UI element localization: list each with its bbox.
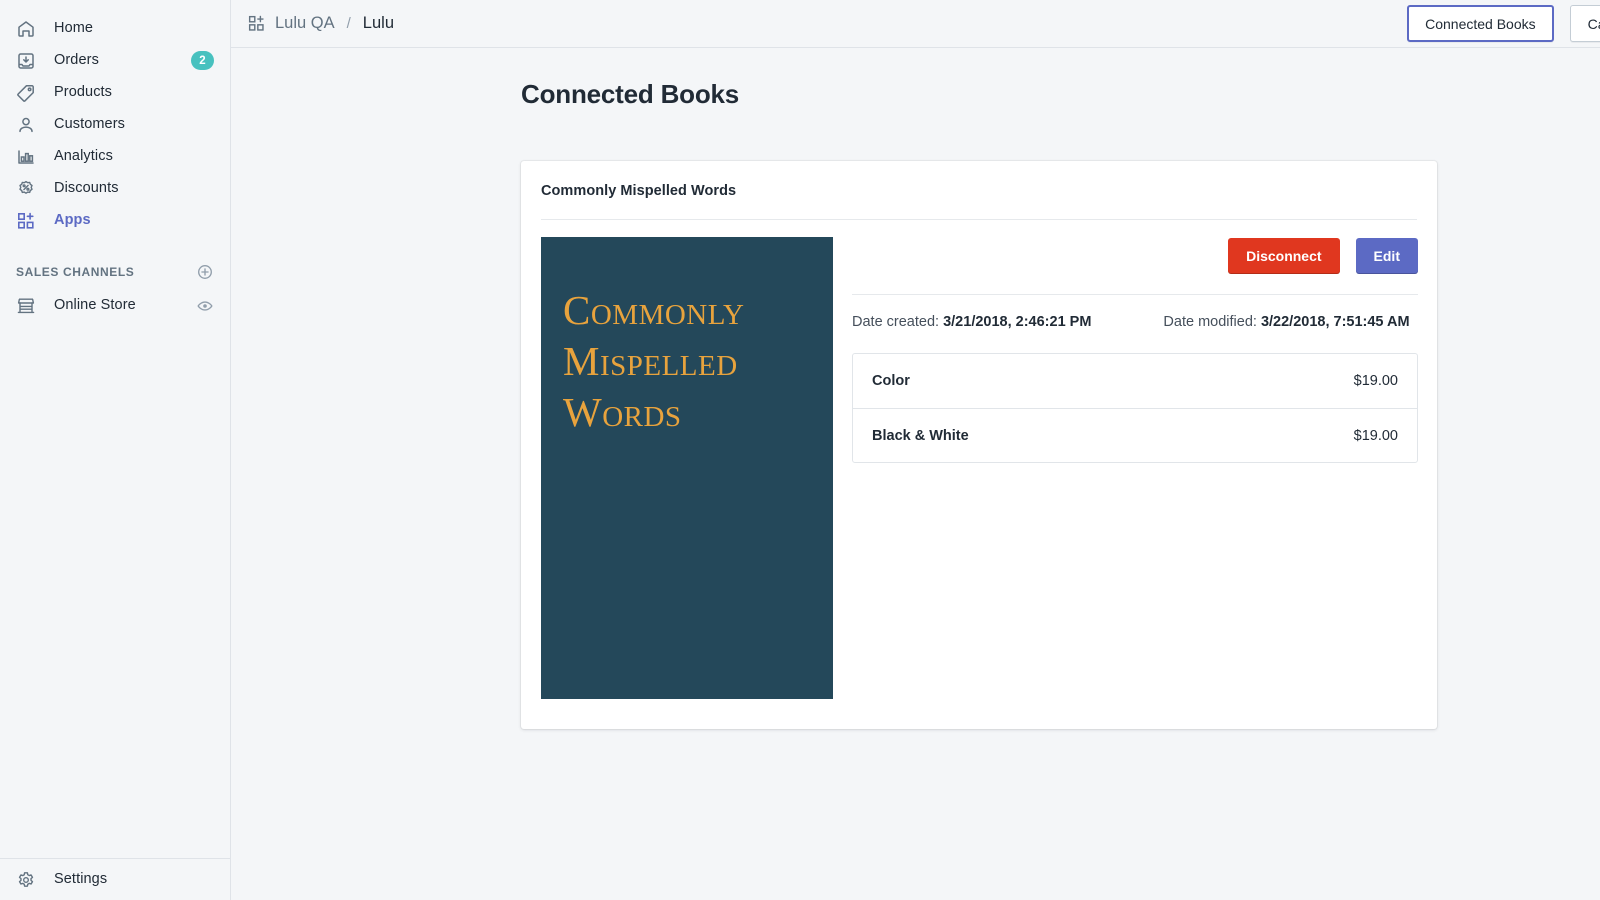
sidebar-nav-list: Home Orders 2: [0, 0, 230, 321]
sidebar-item-online-store[interactable]: Online Store: [8, 290, 222, 321]
eye-icon[interactable]: [196, 297, 214, 315]
date-created-value: 3/21/2018, 2:46:21 PM: [943, 314, 1091, 330]
connected-book-card: Commonly Mispelled Words Commonly Mispel…: [521, 161, 1437, 729]
sidebar-item-home[interactable]: Home: [8, 13, 222, 44]
sidebar-item-label: Discounts: [54, 181, 119, 196]
date-modified: Date modified: 3/22/2018, 7:51:45 AM: [1163, 314, 1409, 330]
breadcrumb: Lulu QA / Lulu: [247, 14, 394, 33]
card-body: Commonly Mispelled Words Disconnect Edit: [521, 220, 1437, 699]
gear-icon: [16, 870, 36, 890]
sidebar-item-apps[interactable]: Apps: [8, 205, 222, 236]
sidebar-item-label: Online Store: [54, 298, 136, 313]
sidebar-item-label: Analytics: [54, 149, 113, 164]
content-area: Connected Books Commonly Mispelled Words…: [231, 48, 1600, 900]
book-details: Disconnect Edit Date created: 3/21/2018,…: [833, 237, 1418, 699]
breadcrumb-separator: /: [347, 15, 351, 32]
book-cover-image: Commonly Mispelled Words: [541, 237, 833, 699]
book-dates: Date created: 3/21/2018, 2:46:21 PM Date…: [852, 295, 1418, 330]
sales-channels-title: SALES CHANNELS: [16, 265, 134, 279]
sidebar-item-label: Customers: [54, 117, 125, 132]
tag-icon: [16, 83, 36, 103]
topbar-actions: Connected Books Calculate: [1407, 5, 1600, 42]
price-row: Color $19.00: [853, 354, 1417, 408]
sidebar-item-label: Products: [54, 85, 112, 100]
sidebar-item-label: Settings: [54, 872, 107, 887]
price-row-value: $19.00: [1354, 428, 1398, 444]
cover-line: Words: [563, 387, 745, 438]
cover-line: Mispelled: [563, 336, 745, 387]
sidebar-item-label: Home: [54, 21, 93, 36]
sidebar-item-label: Orders: [54, 53, 99, 68]
date-created-label: Date created:: [852, 314, 939, 330]
sidebar-item-settings[interactable]: Settings: [8, 864, 222, 895]
price-list: Color $19.00 Black & White $19.00: [852, 353, 1418, 463]
book-cover-title: Commonly Mispelled Words: [563, 285, 745, 437]
discount-icon: [16, 179, 36, 199]
sidebar-footer: Settings: [0, 858, 230, 900]
date-created: Date created: 3/21/2018, 2:46:21 PM: [852, 314, 1091, 330]
breadcrumb-parent[interactable]: Lulu QA: [275, 14, 335, 33]
apps-icon: [16, 211, 36, 231]
apps-icon: [247, 14, 266, 33]
circle-plus-icon[interactable]: [196, 263, 214, 281]
sidebar-item-products[interactable]: Products: [8, 77, 222, 108]
sidebar-item-analytics[interactable]: Analytics: [8, 141, 222, 172]
date-modified-label: Date modified:: [1163, 314, 1257, 330]
orders-icon: [16, 51, 36, 71]
home-icon: [16, 19, 36, 39]
sidebar-item-discounts[interactable]: Discounts: [8, 173, 222, 204]
price-row-name: Black & White: [872, 428, 969, 444]
person-icon: [16, 115, 36, 135]
breadcrumb-current: Lulu: [363, 14, 394, 33]
calculate-button[interactable]: Calculate: [1570, 5, 1600, 42]
sidebar: Home Orders 2: [0, 0, 231, 900]
store-icon: [16, 296, 36, 316]
book-action-buttons: Disconnect Edit: [852, 237, 1418, 274]
sales-channels-header: SALES CHANNELS: [8, 258, 222, 286]
topbar: Lulu QA / Lulu Connected Books Calculate: [231, 0, 1600, 48]
edit-button[interactable]: Edit: [1356, 238, 1418, 274]
sidebar-item-orders[interactable]: Orders 2: [8, 45, 222, 76]
main-region: Lulu QA / Lulu Connected Books Calculate…: [231, 0, 1600, 900]
sidebar-item-customers[interactable]: Customers: [8, 109, 222, 140]
orders-count-badge: 2: [191, 51, 214, 70]
price-row: Black & White $19.00: [853, 408, 1417, 462]
connected-books-button[interactable]: Connected Books: [1407, 5, 1554, 42]
app-root: Home Orders 2: [0, 0, 1600, 900]
cover-line: Commonly: [563, 285, 745, 336]
sidebar-item-label: Apps: [54, 213, 91, 228]
price-row-value: $19.00: [1354, 373, 1398, 389]
book-title: Commonly Mispelled Words: [521, 161, 1437, 199]
bar-chart-icon: [16, 147, 36, 167]
price-row-name: Color: [872, 373, 910, 389]
date-modified-value: 3/22/2018, 7:51:45 AM: [1261, 314, 1410, 330]
page-title: Connected Books: [521, 79, 739, 110]
disconnect-button[interactable]: Disconnect: [1228, 238, 1339, 274]
